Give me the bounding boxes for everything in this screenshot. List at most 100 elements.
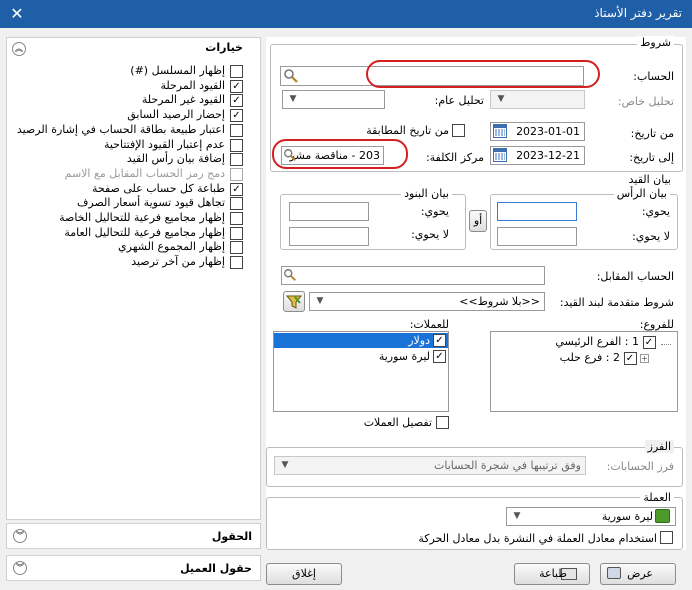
currency-checkbox[interactable]: ✓ [433,350,446,363]
option-checkbox[interactable] [230,65,243,78]
detail-currencies-checkbox[interactable] [436,416,449,429]
option-item[interactable]: إظهار مجاميع فرعية للتحاليل الخاصة [7,211,243,226]
currency-select[interactable]: ليرة سورية ▼ [506,507,676,526]
items-contains-input[interactable] [289,202,369,221]
special-analysis-select[interactable]: ▼ [490,90,585,109]
items-contains-label: يحوي: [420,205,449,218]
close-icon[interactable]: ✕ [6,3,28,25]
header-not-contains-input[interactable] [497,227,577,246]
calendar-icon[interactable] [493,148,507,162]
currency-item[interactable]: ليرة سورية ✓ [274,349,448,364]
currencies-label: للعملات: [409,318,449,331]
header-statement-title: بيان الرأس [613,187,670,200]
print-button[interactable]: طباعة [514,563,590,585]
option-checkbox [230,167,243,181]
header-not-contains-label: لا يحوي: [632,230,670,243]
option-item[interactable]: تجاهل قيود تسوية أسعار الصرف [7,196,243,211]
general-analysis-select[interactable]: ▼ [282,90,385,109]
option-item[interactable]: اعتبار طبيعة بطاقة الحساب في إشارة الرصي… [7,122,243,138]
items-not-contains-input[interactable] [289,227,369,246]
expand-icon[interactable]: ︾ [13,529,27,543]
branches-label: للفروع: [639,318,674,331]
conditions-title: شروط [637,36,674,49]
option-label: إظهار المسلسل (#) [130,64,225,77]
calendar-icon[interactable] [493,124,507,138]
option-checkbox[interactable] [230,212,243,225]
option-checkbox[interactable]: ✓ [230,109,243,123]
chevron-down-icon: ▼ [289,94,297,104]
options-header: ︽ خيارات [6,37,261,59]
option-checkbox[interactable] [230,138,243,152]
branch-checkbox[interactable]: ✓ [642,335,656,349]
branches-list: ✓ 1 : الفرع الرئيسي + ✓ 2 : فرع حلب [490,331,678,412]
currency-checkbox[interactable]: ✓ [433,334,446,347]
search-icon[interactable] [283,68,299,84]
option-checkbox[interactable] [230,256,243,270]
to-date-label: إلى تاريخ: [629,151,674,164]
close-button[interactable]: إغلاق [266,563,342,585]
option-checkbox[interactable]: ✓ [230,79,243,93]
customer-fields-section-header[interactable]: ︾ حقول العميل [6,555,261,581]
option-checkbox[interactable] [230,241,243,255]
sort-title: الفرز [644,440,674,453]
option-checkbox[interactable]: ✓ [230,94,243,108]
option-checkbox[interactable] [230,197,243,211]
option-item[interactable]: إظهار مجاميع فرعية للتحاليل العامة [7,225,243,241]
option-label: إظهار المجموع الشهري [118,240,225,254]
use-rate-checkbox[interactable] [660,531,673,544]
option-checkbox[interactable] [230,226,243,240]
option-label: دمج رمز الحساب المقابل مع الاسم [64,166,225,180]
detail-currencies-label: تفصيل العملات [363,416,432,429]
fields-section-header[interactable]: ︾ الحقول [6,523,261,549]
from-match-date-label: من تاريخ المطابقة [366,124,449,137]
search-icon[interactable] [283,268,297,282]
option-checkbox[interactable] [230,123,243,137]
header-contains-label: يحوي: [641,205,670,218]
option-item[interactable]: ✓ القيود المرحلة [7,79,243,94]
accounts-sort-label: فرز الحسابات: [606,460,674,473]
chevron-down-icon: ▼ [513,511,521,521]
option-label: إظهار من آخر ترصيد [131,255,225,269]
from-match-date-checkbox[interactable] [452,124,465,137]
or-toggle-button[interactable]: أو [469,210,487,232]
window-title: تقرير دفتر الأستاذ [594,6,682,20]
option-item[interactable]: إضافة بيان رأس القيد [7,152,243,167]
option-checkbox[interactable]: ✓ [230,182,243,196]
general-analysis-label: تحليل عام: [434,94,484,107]
chevron-down-icon: ▼ [281,460,289,470]
branch-checkbox[interactable]: ✓ [623,351,637,365]
items-statement-title: بيان البنود [401,187,452,200]
cost-center-label: مركز الكلفة: [425,151,484,164]
option-item[interactable]: إظهار المسلسل (#) [7,64,243,79]
expand-icon[interactable]: + [640,354,649,363]
option-item[interactable]: إظهار المجموع الشهري [7,240,243,255]
entry-statement-title: بيان القيد [625,173,674,186]
option-label: اعتبار طبيعة بطاقة الحساب في إشارة الرصي… [16,122,225,136]
option-item[interactable]: ✓ إحضار الرصيد السابق [7,108,243,123]
option-item[interactable]: ✓ القيود غير المرحلة [7,93,243,108]
option-item[interactable]: عدم إعتبار القيود الإفتتاحية [7,138,243,153]
advanced-conditions-select[interactable]: <<بلا شروط>> ▼ [309,292,545,311]
collapse-icon[interactable]: ︽ [12,42,26,56]
option-label: تجاهل قيود تسوية أسعار الصرف [77,196,225,210]
branch-tree-item[interactable]: ✓ 1 : الفرع الرئيسي [555,335,671,350]
use-rate-label: استخدام معادل العملة في النشرة بدل معادل… [418,532,657,545]
branch-tree-item[interactable]: + ✓ 2 : فرع حلب [560,351,649,366]
option-checkbox[interactable] [230,153,243,167]
option-item[interactable]: إظهار من آخر ترصيد [7,255,243,270]
items-not-contains-label: لا يحوي: [411,228,449,241]
account-label: الحساب: [633,70,674,83]
accounts-sort-select[interactable]: وفق ترتيبها في شجرة الحسابات ▼ [274,456,586,475]
show-button[interactable]: عرض [600,563,676,585]
option-label: إظهار مجاميع فرعية للتحاليل العامة [64,225,225,239]
counter-account-input[interactable] [281,266,545,285]
currency-item[interactable]: دولار ✓ [274,333,448,348]
edit-conditions-button[interactable] [283,291,305,312]
header-contains-input[interactable] [497,202,577,221]
options-title: خيارات [205,41,243,54]
show-icon [607,567,621,579]
from-date-label: من تاريخ: [630,127,674,140]
option-item[interactable]: ✓ طباعة كل حساب على صفحة [7,182,243,197]
funnel-icon [285,295,303,309]
expand-icon[interactable]: ︾ [13,561,27,575]
